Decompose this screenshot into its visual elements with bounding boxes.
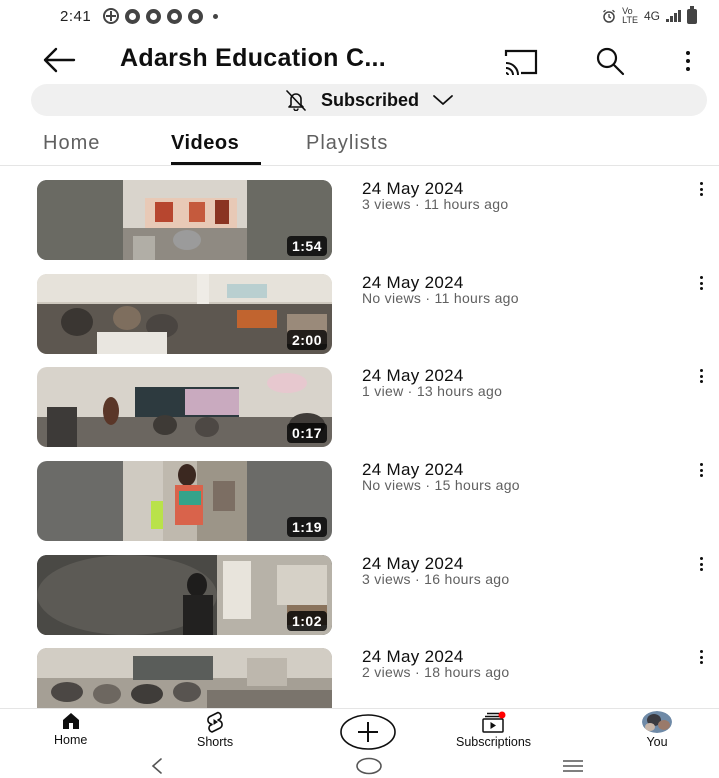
nav-label: You [646, 735, 668, 749]
list-item[interactable]: 1:54 24 May 2024 3 views · 11 hours ago [0, 179, 719, 260]
notification-icon [146, 8, 162, 24]
list-item[interactable]: 24 May 2024 2 views · 18 hours ago [0, 647, 719, 708]
alarm-icon [603, 9, 616, 23]
notification-icon [125, 8, 141, 24]
video-duration: 1:02 [286, 611, 327, 631]
video-more-icon[interactable] [697, 182, 705, 196]
nav-shorts[interactable]: Shorts [197, 711, 233, 749]
active-tab-indicator [171, 162, 261, 165]
cast-icon[interactable] [503, 48, 539, 76]
video-more-icon[interactable] [697, 369, 705, 383]
channel-title: Adarsh Education C... [120, 44, 387, 72]
status-right: Vo LTE 4G [602, 5, 697, 25]
tab-home[interactable]: Home [43, 132, 100, 155]
video-meta: No views · 15 hours ago [362, 477, 520, 493]
notification-icon [188, 8, 204, 24]
video-thumbnail[interactable]: 1:19 [37, 461, 332, 541]
nav-label: Subscriptions [456, 735, 532, 749]
status-bar: 2:41 Vo LTE 4G [0, 0, 719, 32]
video-duration: 0:17 [286, 423, 327, 443]
video-meta: 2 views · 18 hours ago [362, 664, 510, 680]
video-thumbnail[interactable] [37, 648, 332, 708]
video-duration: 2:00 [286, 330, 327, 350]
list-item[interactable]: 1:02 24 May 2024 3 views · 16 hours ago [0, 554, 719, 635]
video-more-icon[interactable] [697, 276, 705, 290]
list-item[interactable]: 0:17 24 May 2024 1 view · 13 hours ago [0, 366, 719, 447]
more-vertical-icon[interactable] [678, 48, 698, 74]
video-thumbnail[interactable]: 1:54 [37, 180, 332, 260]
arrow-left-icon[interactable] [42, 46, 76, 74]
video-more-icon[interactable] [697, 650, 705, 664]
nav-create[interactable] [339, 712, 397, 752]
signal-icon [666, 10, 681, 22]
video-thumbnail[interactable]: 2:00 [37, 274, 332, 354]
video-duration: 1:19 [286, 517, 327, 537]
status-time: 2:41 [60, 7, 92, 25]
app-bar: Adarsh Education C... [0, 32, 719, 88]
video-more-icon[interactable] [697, 557, 705, 571]
bottom-navigation: Home Shorts Subscriptions You [0, 708, 719, 754]
search-icon[interactable] [594, 46, 626, 76]
system-recents-icon[interactable] [562, 760, 584, 772]
subscribed-button[interactable]: Subscribed [31, 84, 707, 116]
create-icon [340, 714, 396, 750]
list-item[interactable]: 2:00 24 May 2024 No views · 11 hours ago [0, 273, 719, 354]
bell-off-icon [286, 90, 306, 111]
system-navigation [0, 754, 719, 778]
nav-label: Home [54, 733, 88, 747]
channel-tabs: Home Videos Playlists [0, 122, 719, 166]
battery-icon [687, 5, 697, 24]
video-meta: 3 views · 16 hours ago [362, 571, 510, 587]
notification-grid-icon [103, 8, 120, 24]
tab-playlists[interactable]: Playlists [306, 132, 388, 155]
nav-label: Shorts [197, 735, 234, 749]
nav-subscriptions[interactable]: Subscriptions [456, 711, 531, 749]
status-left: 2:41 [60, 7, 219, 25]
list-item[interactable]: 1:19 24 May 2024 No views · 15 hours ago [0, 460, 719, 541]
shorts-icon [207, 711, 223, 733]
system-back-icon[interactable] [150, 758, 164, 774]
volte-icon: Vo LTE [622, 6, 638, 25]
system-home-icon[interactable] [355, 757, 383, 775]
network-type: 4G [643, 9, 660, 23]
video-meta: 1 view · 13 hours ago [362, 383, 503, 399]
video-more-icon[interactable] [697, 463, 705, 477]
home-icon [62, 713, 79, 729]
nav-you[interactable]: You [642, 711, 672, 749]
chevron-down-icon [433, 95, 453, 105]
more-notifications-icon [213, 13, 219, 19]
video-thumbnail[interactable]: 0:17 [37, 367, 332, 447]
subscribed-label: Subscribed [320, 89, 420, 110]
avatar [642, 711, 672, 733]
tab-videos[interactable]: Videos [171, 132, 239, 155]
video-meta: No views · 11 hours ago [362, 290, 519, 306]
video-thumbnail[interactable]: 1:02 [37, 555, 332, 635]
nav-home[interactable]: Home [54, 711, 87, 747]
video-meta: 3 views · 11 hours ago [362, 196, 509, 212]
video-duration: 1:54 [286, 236, 327, 256]
subscriptions-icon [481, 711, 506, 733]
notification-icon [167, 8, 183, 24]
